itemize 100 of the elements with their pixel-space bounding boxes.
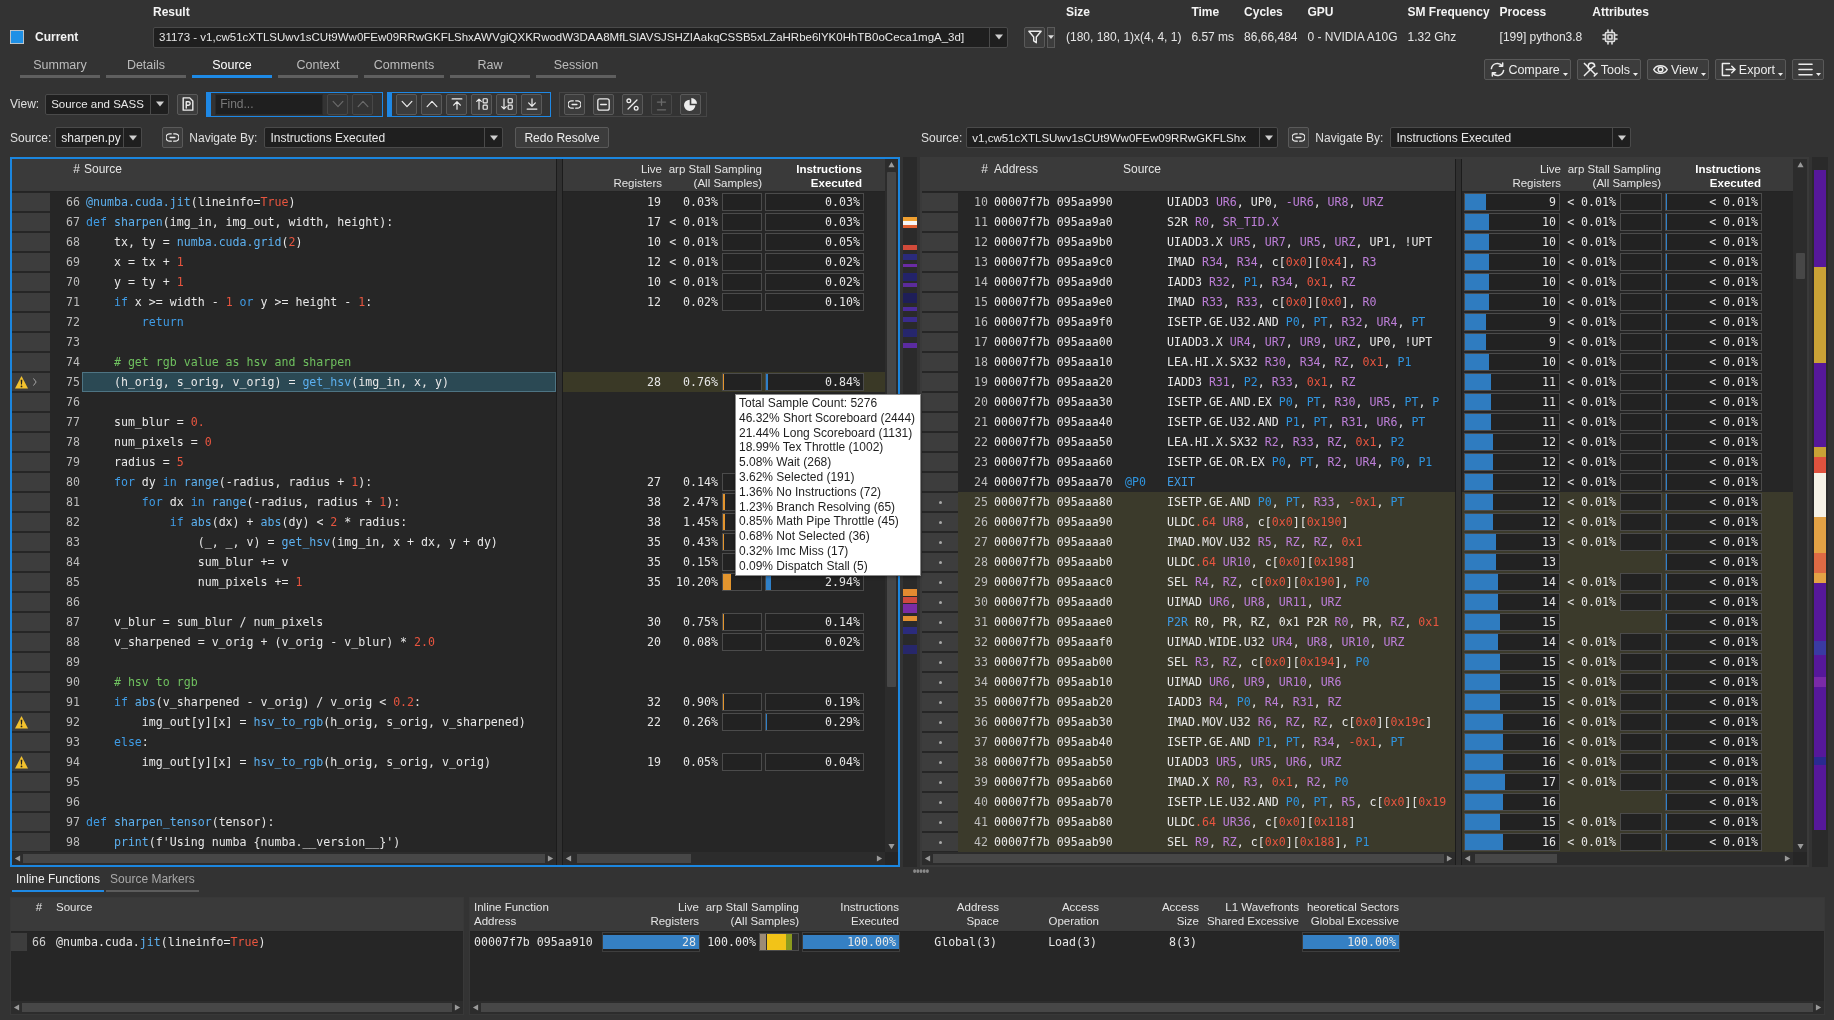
source-code-line: v_sharpened = v_orig + (v_orig - v_blur) * 2.0 (112, 635, 435, 649)
instructions-executed-value: 100.00% (847, 935, 896, 949)
live-registers-value: 35 (647, 575, 661, 589)
warp-stall-value: < 0.01% (1567, 735, 1616, 749)
warp-stall-value: < 0.01% (1567, 815, 1616, 829)
instruction-index: 10 (974, 195, 988, 209)
warp-stall-value: 10.20% (676, 575, 718, 589)
instruction-address: 00007f7b 095aaad0 (994, 595, 1113, 609)
current-label: Current (35, 30, 79, 44)
line-number: 66 (32, 935, 46, 949)
warp-stall-value: < 0.01% (1567, 655, 1616, 669)
line-number: 86 (66, 595, 80, 609)
warp-stall-value: < 0.01% (1567, 715, 1616, 729)
property-label: Process (1499, 5, 1547, 19)
instruction-index: 23 (974, 455, 988, 469)
live-registers-value: 16 (1542, 735, 1556, 749)
warp-stall-value: < 0.01% (1567, 495, 1616, 509)
instruction-index: 16 (974, 315, 988, 329)
live-registers-value: 20 (647, 635, 661, 649)
live-registers-value: 16 (1542, 715, 1556, 729)
sass-instruction: ULDC.64 UR36, c[0x0][0x118] (1167, 815, 1356, 829)
line-number: 76 (66, 395, 80, 409)
sass-instruction: IADD3 R31, P2, R33, 0x1, RZ (1167, 375, 1356, 389)
live-registers-value: 12 (1542, 455, 1556, 469)
warp-stall-value: < 0.01% (1567, 255, 1616, 269)
live-registers-value: 10 (1542, 275, 1556, 289)
instructions-executed-value: < 0.01% (1709, 615, 1758, 629)
sass-instruction: IMAD R33, R33, c[0x0][0x0], R0 (1167, 295, 1377, 309)
instruction-index: 27 (974, 535, 988, 549)
line-number: 89 (66, 655, 80, 669)
sass-instruction: SEL R3, RZ, c[0x0][0x194], P0 (1167, 655, 1370, 669)
instruction-index: 13 (974, 255, 988, 269)
live-registers-value: 35 (647, 555, 661, 569)
source-code-line: x = tx + 1 (112, 255, 184, 269)
instructions-executed-value: < 0.01% (1709, 695, 1758, 709)
property-label: GPU (1307, 5, 1334, 19)
warp-stall-value: < 0.01% (1567, 335, 1616, 349)
sass-instruction: IMAD.MOV.U32 R5, RZ, RZ, 0x1 (1167, 535, 1363, 549)
instruction-address: 00007f7b 095aab10 (994, 675, 1113, 689)
source-code-line: img_out[y][x] = hsv_to_rgb(h_orig, s_orig, v_sharpened) (140, 715, 526, 729)
line-number: 74 (66, 355, 80, 369)
warp-stall-value: < 0.01% (1567, 675, 1616, 689)
source-label: Source: (921, 130, 963, 145)
live-registers-value: 32 (647, 695, 661, 709)
line-number: 67 (66, 215, 80, 229)
source-code-line: @numba.cuda.jit(lineinfo=True) (56, 935, 266, 949)
instructions-executed-value: 0.02% (825, 635, 860, 649)
sass-instruction: ISETP.GE.AND P0, PT, R33, -0x1, PT (1167, 495, 1405, 509)
line-number: 84 (66, 555, 80, 569)
instructions-executed-value: 0.02% (825, 275, 860, 289)
view-label: View: (10, 97, 40, 111)
warp-stall-value: < 0.01% (1567, 635, 1616, 649)
instruction-index: 31 (974, 615, 988, 629)
live-registers-value: 35 (647, 535, 661, 549)
instruction-index: 33 (974, 655, 988, 669)
instruction-predicate: @P0 (1125, 475, 1146, 489)
instructions-executed-value: 0.14% (825, 615, 860, 629)
tooltip-line: 21.44% Long Scoreboard (1131) (739, 425, 913, 441)
live-registers-value: 11 (1542, 395, 1556, 409)
sass-instruction: P2R R0, PR, RZ, 0x1 P2R R0, PR, RZ, 0x1 (1167, 615, 1440, 629)
warp-stall-value: < 0.01% (1567, 575, 1616, 589)
tooltip-line: Total Sample Count: 5276 (739, 396, 878, 411)
line-number: 91 (66, 695, 80, 709)
warp-stall-value: < 0.01% (669, 275, 718, 289)
instructions-executed-value: 0.10% (825, 295, 860, 309)
source-code-line: img_out[y][x] = hsv_to_rgb(h_orig, s_orig, v_orig) (140, 755, 491, 769)
instructions-executed-value: < 0.01% (1709, 375, 1758, 389)
line-number: 79 (66, 455, 80, 469)
live-registers-value: 13 (1542, 535, 1556, 549)
instructions-executed-value: < 0.01% (1709, 495, 1758, 509)
live-registers-value: 13 (1542, 555, 1556, 569)
line-number: 87 (66, 615, 80, 629)
instructions-executed-value: 0.03% (825, 215, 860, 229)
line-number: 75 (66, 375, 80, 389)
sass-instruction: EXIT (1167, 475, 1195, 489)
warp-stall-value: 0.14% (683, 475, 718, 489)
live-registers-value: 10 (647, 275, 661, 289)
instructions-executed-value: < 0.01% (1709, 715, 1758, 729)
global-excessive-value: 100.00% (1347, 935, 1396, 949)
source-code-line: sum_blur = 0. (112, 415, 205, 429)
source-code-line: for dy in range(-radius, radius + 1): (112, 475, 373, 489)
tooltip-line: 5.08% Wait (268) (739, 455, 832, 470)
live-registers-value: 11 (1542, 415, 1556, 429)
instructions-executed-value: 0.05% (825, 235, 860, 249)
instructions-executed-value: < 0.01% (1709, 735, 1758, 749)
sass-instruction: IADD3 R4, P0, R4, R31, RZ (1167, 695, 1342, 709)
live-registers-value: 15 (1542, 695, 1556, 709)
warp-stall-value: < 0.01% (669, 255, 718, 269)
instruction-index: 26 (974, 515, 988, 529)
source-code-line: if x >= width - 1 or y >= height - 1: (112, 295, 373, 309)
instruction-address: 00007f7b 095aaaf0 (994, 635, 1113, 649)
line-number: 77 (66, 415, 80, 429)
live-registers-value: 12 (647, 255, 661, 269)
line-number: 81 (66, 495, 80, 509)
line-number: 96 (66, 795, 80, 809)
warp-stall-value: 0.15% (683, 555, 718, 569)
instructions-executed-value: 0.19% (825, 695, 860, 709)
instructions-executed-value: < 0.01% (1709, 515, 1758, 529)
instructions-executed-value: 0.84% (825, 375, 860, 389)
instructions-executed-value: < 0.01% (1709, 455, 1758, 469)
